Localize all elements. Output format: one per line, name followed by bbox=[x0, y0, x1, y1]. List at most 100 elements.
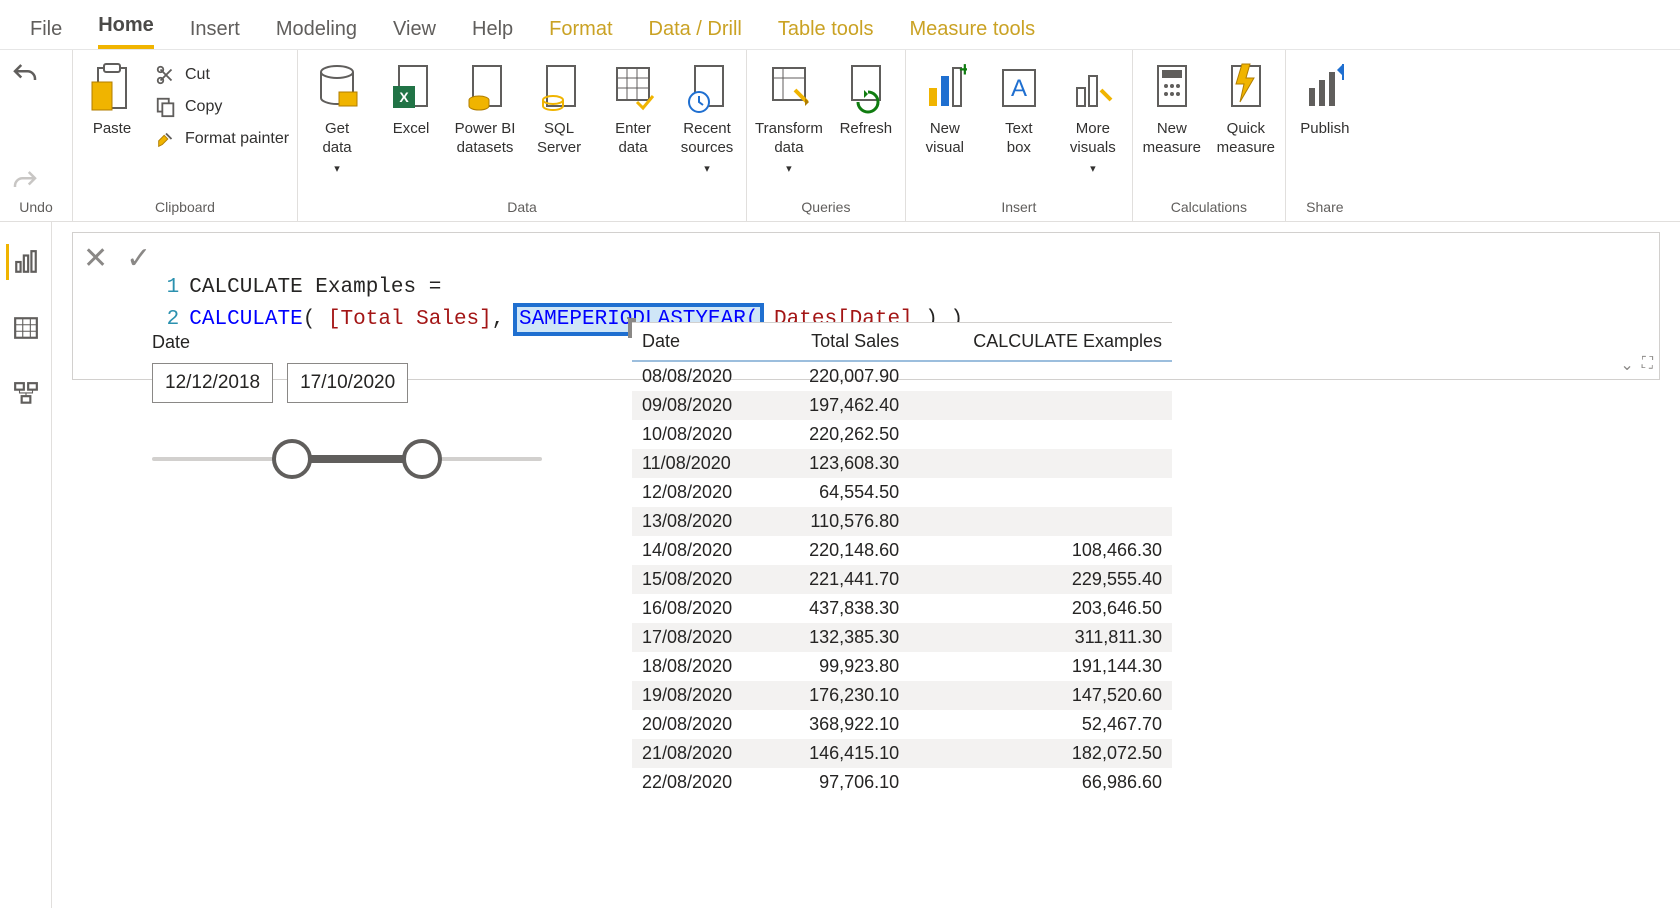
cell-date: 16/08/2020 bbox=[632, 594, 771, 623]
excel-label: Excel bbox=[393, 120, 430, 139]
cell-date: 13/08/2020 bbox=[632, 507, 771, 536]
slider-handle-start[interactable] bbox=[272, 439, 312, 479]
cell-calc-examples: 203,646.50 bbox=[909, 594, 1172, 623]
table-row[interactable]: 12/08/202064,554.50 bbox=[632, 478, 1172, 507]
new-visual-icon: + bbox=[923, 60, 967, 116]
commit-formula-icon[interactable]: ✓ bbox=[126, 241, 151, 276]
group-label-share: Share bbox=[1294, 197, 1356, 219]
model-view-button[interactable] bbox=[8, 376, 44, 412]
tab-home[interactable]: Home bbox=[98, 14, 154, 49]
cell-calc-examples: 147,520.60 bbox=[909, 681, 1172, 710]
tab-table-tools[interactable]: Table tools bbox=[778, 18, 874, 49]
data-view-button[interactable] bbox=[8, 310, 44, 346]
new-visual-button[interactable]: + New visual bbox=[914, 60, 976, 158]
pbi-datasets-button[interactable]: Power BI datasets bbox=[454, 60, 516, 158]
cell-total-sales: 146,415.10 bbox=[771, 739, 910, 768]
cell-calc-examples: 311,811.30 bbox=[909, 623, 1172, 652]
transform-data-button[interactable]: Transform data ▾ bbox=[755, 60, 823, 175]
quick-measure-button[interactable]: Quick measure bbox=[1215, 60, 1277, 158]
formula-chevron-icon[interactable]: ⌄ bbox=[1620, 355, 1633, 375]
more-visuals-button[interactable]: More visuals ▾ bbox=[1062, 60, 1124, 175]
cut-button[interactable]: Cut bbox=[155, 64, 289, 86]
cancel-formula-icon[interactable]: ✕ bbox=[83, 241, 108, 276]
enter-data-button[interactable]: Enter data bbox=[602, 60, 664, 158]
cell-total-sales: 368,922.10 bbox=[771, 710, 910, 739]
table-row[interactable]: 22/08/202097,706.1066,986.60 bbox=[632, 768, 1172, 797]
table-row[interactable]: 14/08/2020220,148.60108,466.30 bbox=[632, 536, 1172, 565]
col-header-date[interactable]: Date bbox=[632, 323, 771, 361]
view-rail bbox=[0, 222, 52, 908]
format-painter-button[interactable]: Format painter bbox=[155, 128, 289, 150]
cell-total-sales: 97,706.10 bbox=[771, 768, 910, 797]
table-row[interactable]: 10/08/2020220,262.50 bbox=[632, 420, 1172, 449]
tab-insert[interactable]: Insert bbox=[190, 18, 240, 49]
transform-data-icon bbox=[765, 60, 813, 116]
paste-label: Paste bbox=[93, 120, 131, 139]
svg-text:A: A bbox=[1011, 75, 1027, 102]
table-row[interactable]: 08/08/2020220,007.90 bbox=[632, 361, 1172, 391]
cell-date: 10/08/2020 bbox=[632, 420, 771, 449]
table-row[interactable]: 16/08/2020437,838.30203,646.50 bbox=[632, 594, 1172, 623]
table-row[interactable]: 20/08/2020368,922.1052,467.70 bbox=[632, 710, 1172, 739]
svg-text:X: X bbox=[399, 89, 409, 105]
table-row[interactable]: 17/08/2020132,385.30311,811.30 bbox=[632, 623, 1172, 652]
slider-handle-end[interactable] bbox=[402, 439, 442, 479]
get-data-label: Get data bbox=[322, 120, 351, 158]
slicer-title: Date bbox=[152, 332, 542, 353]
chevron-down-icon: ▾ bbox=[1090, 162, 1096, 175]
table-visual[interactable]: Date Total Sales CALCULATE Examples 08/0… bbox=[632, 322, 1172, 797]
table-row[interactable]: 15/08/2020221,441.70229,555.40 bbox=[632, 565, 1172, 594]
quick-measure-icon bbox=[1224, 60, 1268, 116]
table-row[interactable]: 09/08/2020197,462.40 bbox=[632, 391, 1172, 420]
report-canvas[interactable]: ✕ ✓ 1CALCULATE Examples = 2CALCULATE( [T… bbox=[52, 222, 1680, 908]
refresh-button[interactable]: Refresh bbox=[835, 60, 897, 139]
undo-icon[interactable] bbox=[8, 60, 42, 90]
table-row[interactable]: 11/08/2020123,608.30 bbox=[632, 449, 1172, 478]
cell-date: 14/08/2020 bbox=[632, 536, 771, 565]
cell-total-sales: 123,608.30 bbox=[771, 449, 910, 478]
func-calculate: CALCULATE bbox=[189, 308, 302, 331]
slicer-start-date[interactable]: 12/12/2018 bbox=[152, 363, 273, 403]
report-view-button[interactable] bbox=[6, 244, 42, 280]
table-row[interactable]: 19/08/2020176,230.10147,520.60 bbox=[632, 681, 1172, 710]
refresh-label: Refresh bbox=[840, 120, 893, 139]
publish-button[interactable]: Publish bbox=[1294, 60, 1356, 139]
cell-total-sales: 99,923.80 bbox=[771, 652, 910, 681]
tab-measure-tools[interactable]: Measure tools bbox=[909, 18, 1035, 49]
group-label-undo: Undo bbox=[8, 197, 64, 219]
tab-format[interactable]: Format bbox=[549, 18, 612, 49]
table-row[interactable]: 18/08/202099,923.80191,144.30 bbox=[632, 652, 1172, 681]
sql-server-button[interactable]: SQL Server bbox=[528, 60, 590, 158]
more-visuals-icon bbox=[1071, 60, 1115, 116]
date-slider[interactable] bbox=[152, 439, 542, 479]
format-painter-label: Format painter bbox=[185, 130, 289, 148]
recent-sources-button[interactable]: Recent sources ▾ bbox=[676, 60, 738, 175]
date-slicer[interactable]: Date 12/12/2018 17/10/2020 bbox=[152, 332, 542, 479]
col-header-total-sales[interactable]: Total Sales bbox=[771, 323, 910, 361]
tab-file[interactable]: File bbox=[30, 18, 62, 49]
table-row[interactable]: 13/08/2020110,576.80 bbox=[632, 507, 1172, 536]
new-measure-button[interactable]: New measure bbox=[1141, 60, 1203, 158]
recent-sources-icon bbox=[685, 60, 729, 116]
cell-calc-examples: 191,144.30 bbox=[909, 652, 1172, 681]
copy-button[interactable]: Copy bbox=[155, 96, 289, 118]
tab-help[interactable]: Help bbox=[472, 18, 513, 49]
formula-expand-icon[interactable]: ⛶ bbox=[1642, 355, 1653, 375]
cell-date: 22/08/2020 bbox=[632, 768, 771, 797]
slicer-end-date[interactable]: 17/10/2020 bbox=[287, 363, 408, 403]
recent-sources-label: Recent sources bbox=[681, 120, 734, 158]
tab-modeling[interactable]: Modeling bbox=[276, 18, 357, 49]
text-box-button[interactable]: A Text box bbox=[988, 60, 1050, 158]
paste-button[interactable]: Paste bbox=[81, 60, 143, 139]
tab-view[interactable]: View bbox=[393, 18, 436, 49]
tab-data-drill[interactable]: Data / Drill bbox=[649, 18, 742, 49]
cell-date: 18/08/2020 bbox=[632, 652, 771, 681]
excel-button[interactable]: X Excel bbox=[380, 60, 442, 139]
sql-server-label: SQL Server bbox=[537, 120, 581, 158]
table-row[interactable]: 21/08/2020146,415.10182,072.50 bbox=[632, 739, 1172, 768]
cell-total-sales: 220,007.90 bbox=[771, 361, 910, 391]
transform-label: Transform data bbox=[755, 120, 823, 158]
get-data-button[interactable]: Get data ▾ bbox=[306, 60, 368, 175]
col-header-calc-examples[interactable]: CALCULATE Examples bbox=[909, 323, 1172, 361]
new-measure-label: New measure bbox=[1143, 120, 1201, 158]
